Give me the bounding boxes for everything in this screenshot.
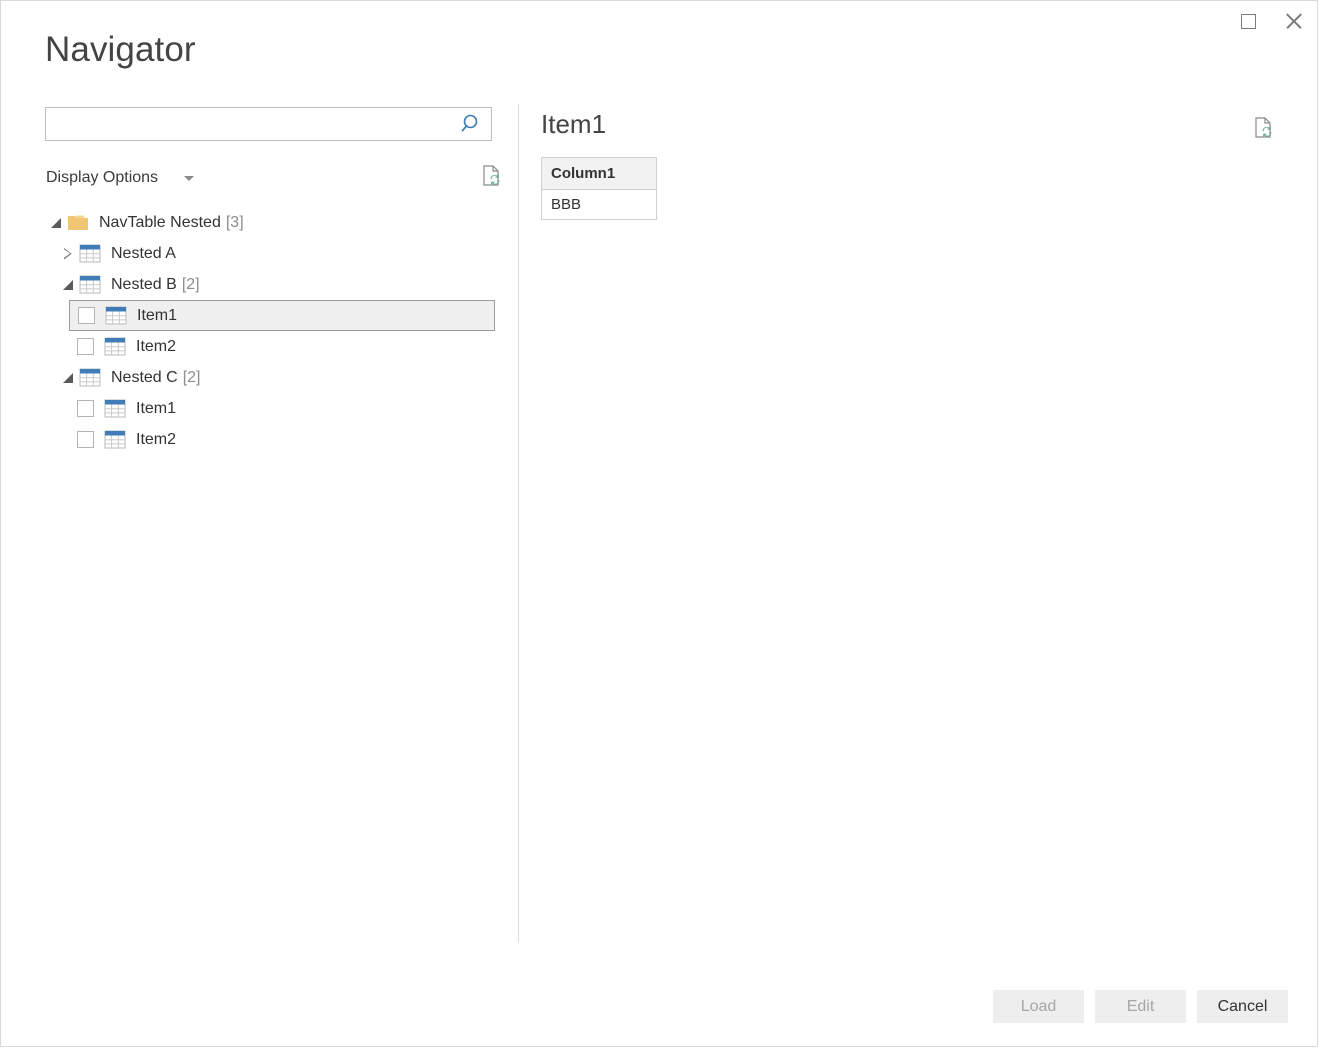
edit-button-label: Edit [1127,998,1155,1016]
tree-item-label: Nested A [111,238,176,269]
edit-button[interactable]: Edit [1095,990,1186,1023]
tree-item-nested-b[interactable]: Nested B [2] [45,269,495,300]
expander-icon-collapsed[interactable] [57,238,79,269]
maximize-icon [1241,14,1256,29]
expander-icon-expanded[interactable] [45,207,67,238]
preview-table: Column1 BBB [541,157,657,220]
preview-pane: Item1 Column1 BBB [541,107,1277,220]
tree-item-navtable-nested[interactable]: NavTable Nested [3] [45,207,495,238]
preview-cell: BBB [542,190,657,220]
close-button[interactable] [1271,1,1317,41]
tree-item-count: [2] [183,362,201,393]
search-input[interactable] [46,108,451,140]
folder-icon [67,214,89,232]
left-pane: Display Options [45,107,495,455]
tree-item-checkbox[interactable] [77,400,94,417]
tree-item-checkbox[interactable] [77,338,94,355]
table-row: BBB [542,190,657,220]
page-title: Navigator [45,28,196,72]
search-icon[interactable] [460,112,484,136]
tree-item-checkbox[interactable] [78,307,95,324]
navigation-tree: NavTable Nested [3] [45,207,495,455]
navigator-dialog: Navigator Display Options [0,0,1318,1047]
preview-table-header-row: Column1 [542,158,657,190]
search-box[interactable] [45,107,492,141]
load-button-label: Load [1021,998,1057,1016]
tree-item-count: [3] [226,207,244,238]
preview-column-header[interactable]: Column1 [542,158,657,190]
table-icon [79,244,101,263]
table-icon [104,337,126,356]
tree-item-nested-c-item2[interactable]: Item2 [45,424,495,455]
tree-item-nested-c-item1[interactable]: Item1 [45,393,495,424]
close-icon [1284,11,1304,31]
tree-item-nested-c[interactable]: Nested C [2] [45,362,495,393]
tree-item-count: [2] [182,269,200,300]
table-icon [79,275,101,294]
dialog-footer: Load Edit Cancel [993,990,1288,1023]
tree-item-label: Item1 [136,393,176,424]
cancel-button-label: Cancel [1218,998,1268,1016]
expander-icon-expanded[interactable] [57,269,79,300]
display-options-label: Display Options [46,169,158,186]
tree-item-label: Nested B [111,269,177,300]
tree-item-label: Item1 [137,300,177,331]
tree-item-label: Item2 [136,424,176,455]
tree-item-nested-b-item1[interactable]: Item1 [69,300,495,331]
preview-title: Item1 [541,107,1277,141]
table-icon [79,368,101,387]
tree-item-checkbox[interactable] [77,431,94,448]
tree-item-label: Nested C [111,362,178,393]
tree-item-nested-a[interactable]: Nested A [45,238,495,269]
table-icon [104,430,126,449]
table-icon [104,399,126,418]
chevron-down-icon[interactable] [184,176,194,181]
display-options-button[interactable]: Display Options [46,165,158,191]
refresh-preview-icon[interactable] [1251,115,1277,141]
refresh-preview-icon[interactable] [479,163,505,189]
tree-item-nested-b-item2[interactable]: Item2 [45,331,495,362]
window-controls [1225,1,1317,41]
pane-divider [518,104,519,943]
load-button[interactable]: Load [993,990,1084,1023]
tree-item-label: NavTable Nested [99,207,221,238]
table-icon [105,306,127,325]
expander-icon-expanded[interactable] [57,362,79,393]
maximize-button[interactable] [1225,1,1271,41]
cancel-button[interactable]: Cancel [1197,990,1288,1023]
tree-item-label: Item2 [136,331,176,362]
display-options-row: Display Options [45,165,492,191]
